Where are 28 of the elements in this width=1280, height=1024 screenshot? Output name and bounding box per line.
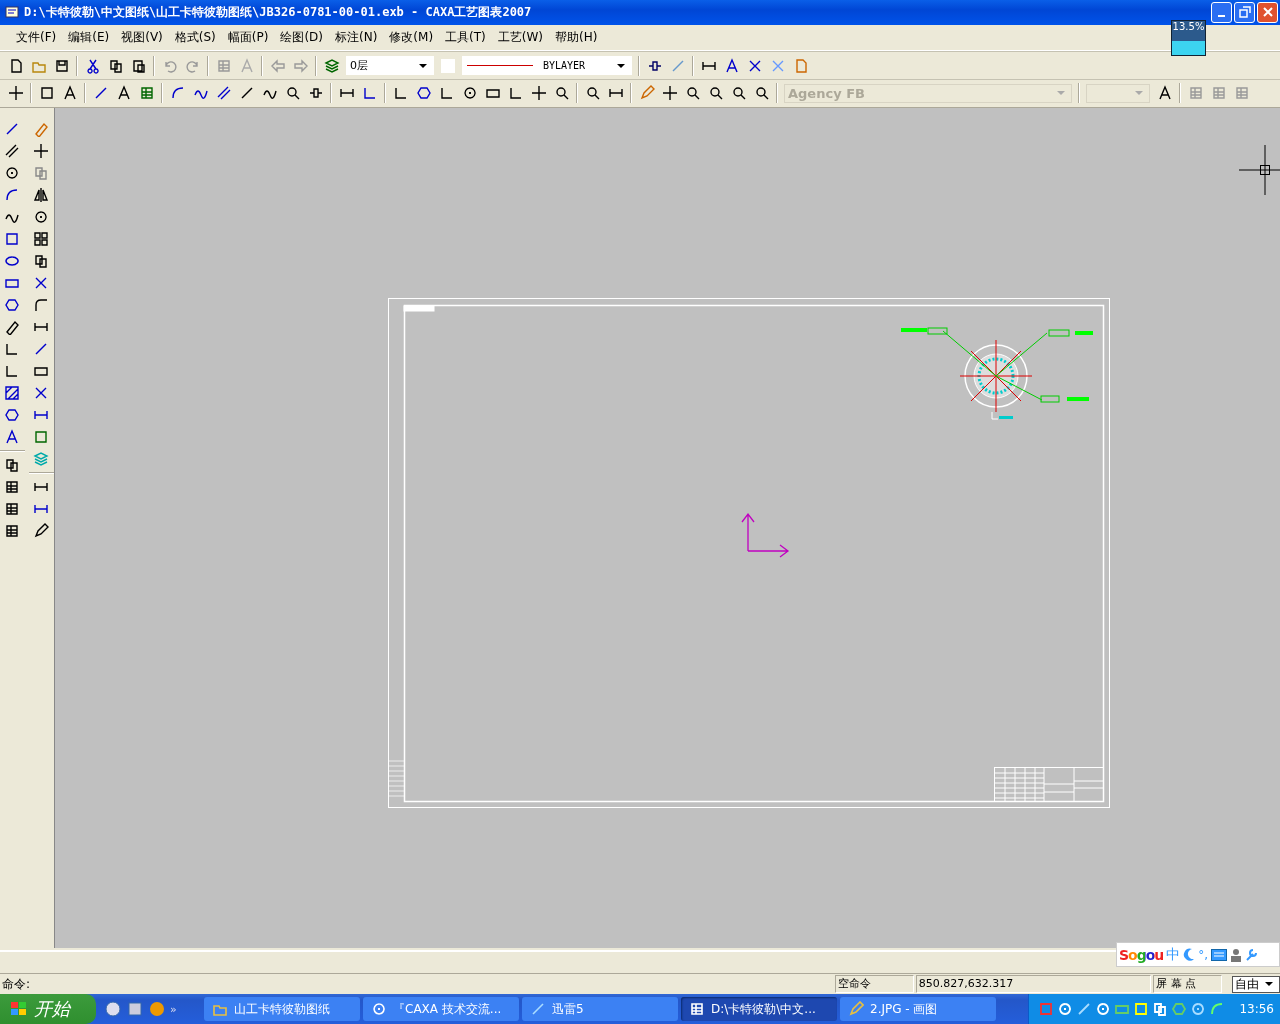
taskbar-button[interactable]: 『CAXA 技术交流... [363, 997, 519, 1021]
menu-item[interactable]: 工艺(W) [491, 28, 549, 46]
layer-dropdown[interactable]: 0层 [346, 56, 434, 76]
menu-item[interactable]: 标注(N) [329, 28, 384, 46]
zoom-percent: 13.5% [1172, 21, 1205, 32]
menu-item[interactable]: 幅面(P) [221, 28, 275, 46]
linetype-dropdown[interactable]: BYLAYER [462, 56, 632, 76]
menu-item[interactable]: 修改(M) [383, 28, 440, 46]
command-status: 空命令 [834, 975, 914, 994]
menu-item[interactable]: 帮助(H) [549, 28, 604, 46]
window-title: D:\卡特彼勒\中文图纸\山工卡特彼勒图纸\JB326-0781-00-01.exb - CAXA工艺图表2007 [24, 3, 532, 21]
snap-label: 屏 幕 点 [1153, 975, 1223, 994]
taskbar-button[interactable]: 2.JPG - 画图 [840, 997, 996, 1021]
taskbar-button[interactable]: 迅雷5 [522, 997, 678, 1021]
command-prompt: 命令: [1, 975, 32, 993]
start-button[interactable]: 开始 [0, 994, 96, 1024]
menu-item[interactable]: 编辑(E) [62, 28, 116, 46]
more-launch-button[interactable]: » [170, 1002, 177, 1016]
clock: 13:56 [1239, 1002, 1274, 1016]
taskbar-button[interactable]: D:\卡特彼勒\中文... [681, 997, 837, 1021]
menu-item[interactable]: 工具(T) [439, 28, 492, 46]
menu-item[interactable]: 视图(V) [115, 28, 169, 46]
coordinates-readout: 850.827,632.317 [915, 975, 1152, 994]
menu-item[interactable]: 格式(S) [168, 28, 222, 46]
menu-item[interactable]: 绘图(D) [274, 28, 329, 46]
menu-item[interactable]: 文件(F) [10, 28, 63, 46]
snap-mode-dropdown[interactable]: 自由 [1232, 975, 1280, 993]
taskbar-button[interactable]: 山工卡特彼勒图纸 [204, 997, 360, 1021]
